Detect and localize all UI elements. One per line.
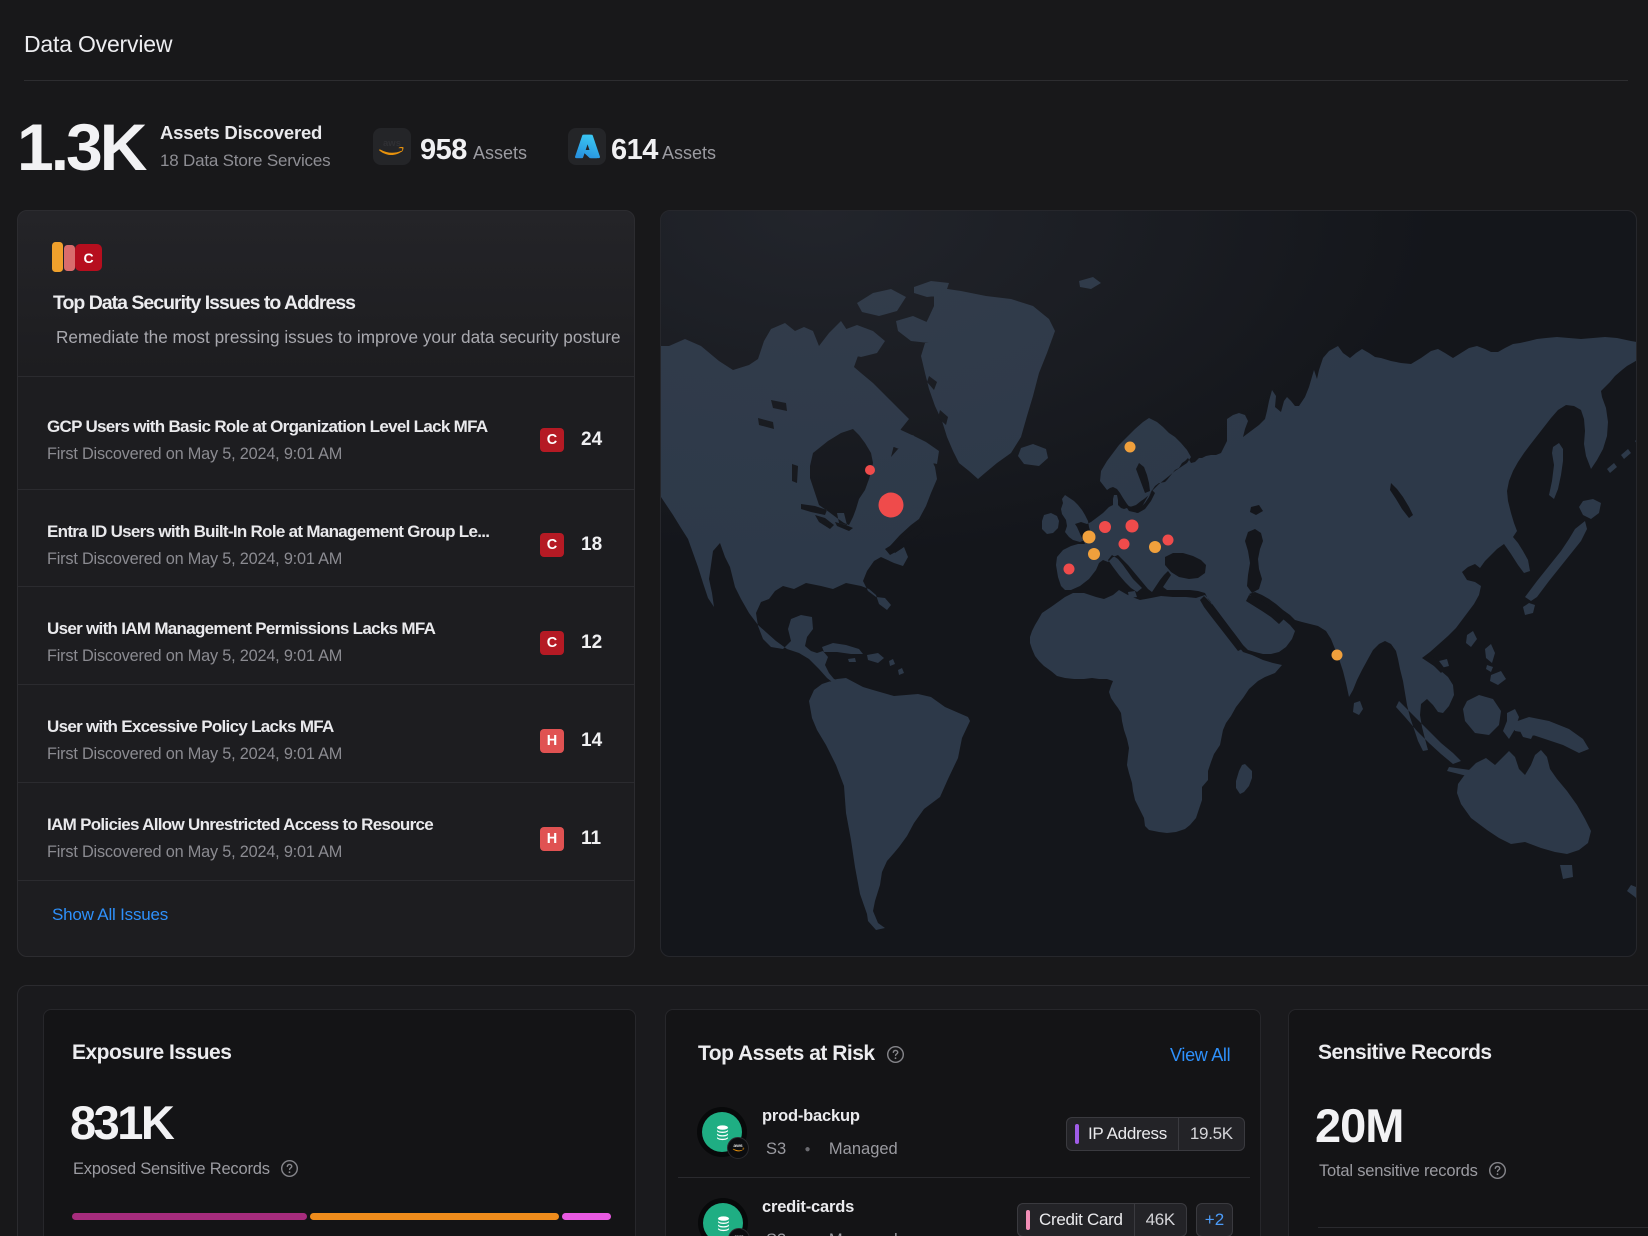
svg-text:aws: aws [383, 138, 401, 149]
svg-text:aws: aws [733, 1144, 743, 1149]
